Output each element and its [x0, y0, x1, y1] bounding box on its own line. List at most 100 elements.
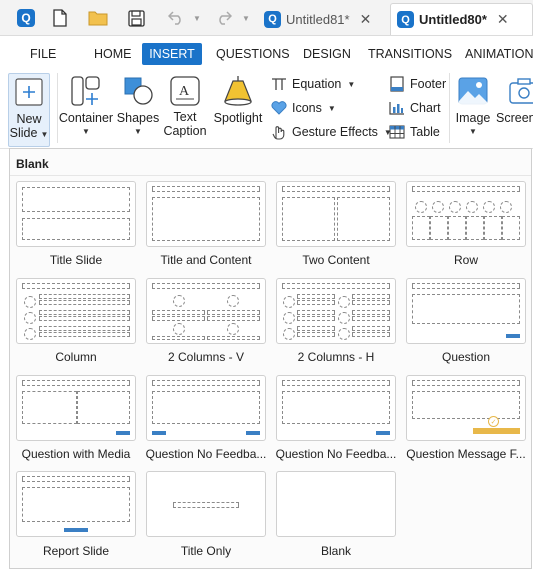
layout-column[interactable]	[16, 278, 136, 344]
tab-questions[interactable]: QUESTIONS	[208, 43, 298, 65]
tab-file[interactable]: FILE	[22, 43, 64, 65]
title-bar: Q ▼ ▼ Q Untitled81* ✕ Q Untitled80* ✕	[0, 0, 533, 36]
doc-tab-title: Untitled80*	[419, 12, 487, 27]
equation-icon	[270, 76, 288, 92]
gesture-effects-button[interactable]: Gesture Effects ▼	[270, 124, 392, 140]
layout-label: Question No Feedba...	[145, 447, 267, 461]
layout-blank[interactable]	[276, 471, 396, 537]
layout-title-and-content[interactable]	[146, 181, 266, 247]
placeholder-box	[338, 312, 350, 324]
placeholder-box	[483, 201, 495, 213]
ribbon: New Slide ▼ Container ▼ Shapes ▼ A Text C…	[0, 67, 533, 149]
layout-label: Report Slide	[42, 544, 110, 558]
layout-question-no-feedback-2[interactable]	[276, 375, 396, 441]
layout-2-columns-v[interactable]	[146, 278, 266, 344]
chart-button[interactable]: Chart	[388, 100, 441, 116]
footer-button[interactable]: Footer	[388, 76, 446, 92]
document-icon: Q	[397, 11, 414, 28]
placeholder-box	[39, 316, 130, 321]
tab-insert[interactable]: INSERT	[142, 43, 202, 65]
placeholder-box	[506, 334, 520, 338]
save-icon[interactable]	[126, 8, 146, 28]
tab-animations[interactable]: ANIMATIONS	[457, 43, 533, 65]
placeholder-box	[430, 216, 448, 240]
placeholder-box	[39, 310, 130, 315]
camera-icon	[509, 78, 533, 104]
layout-label: 2 Columns - V	[167, 350, 245, 364]
table-icon	[388, 124, 406, 140]
redo-icon[interactable]	[214, 8, 234, 28]
document-icon: Q	[264, 10, 281, 28]
placeholder-box	[297, 332, 335, 337]
close-icon[interactable]: ✕	[497, 11, 509, 28]
spotlight-button[interactable]: Spotlight	[210, 75, 266, 125]
screenshot-button[interactable]: Screens	[496, 75, 533, 125]
placeholder-box	[173, 295, 185, 307]
layout-question-no-feedback-1[interactable]	[146, 375, 266, 441]
layout-question[interactable]	[406, 278, 526, 344]
placeholder-box	[173, 323, 185, 335]
doc-tab-untitled80[interactable]: Q Untitled80* ✕	[390, 3, 533, 35]
undo-dropdown-icon[interactable]: ▼	[193, 14, 201, 23]
new-file-icon[interactable]	[50, 8, 70, 28]
placeholder-box	[77, 391, 130, 424]
placeholder-box	[412, 391, 520, 419]
table-button[interactable]: Table	[388, 124, 440, 140]
equation-label: Equation	[292, 77, 342, 91]
redo-dropdown-icon[interactable]: ▼	[242, 14, 250, 23]
undo-icon[interactable]	[166, 8, 186, 28]
shapes-button[interactable]: Shapes ▼	[116, 75, 160, 139]
placeholder-box	[39, 294, 130, 299]
equation-button[interactable]: Equation ▼	[270, 76, 355, 92]
layout-label: Question with Media	[21, 447, 131, 461]
tab-transitions[interactable]: TRANSITIONS	[360, 43, 460, 65]
placeholder-box	[22, 391, 77, 424]
tab-design[interactable]: DESIGN	[295, 43, 359, 65]
gallery-divider	[10, 175, 531, 176]
screenshot-label: Screens	[496, 111, 533, 125]
layout-question-with-media[interactable]	[16, 375, 136, 441]
placeholder-box	[22, 476, 130, 482]
layout-2-columns-h[interactable]	[276, 278, 396, 344]
placeholder-box	[152, 316, 205, 321]
placeholder-box	[338, 296, 350, 308]
open-folder-icon[interactable]	[88, 8, 108, 28]
placeholder-box	[24, 296, 36, 308]
tab-home[interactable]: HOME	[86, 43, 140, 65]
placeholder-box	[152, 431, 166, 435]
layout-question-message-feedback[interactable]: ✓	[406, 375, 526, 441]
layout-label: Row	[453, 253, 478, 267]
new-slide-button[interactable]: New Slide ▼	[8, 73, 50, 147]
layout-report-slide[interactable]	[16, 471, 136, 537]
placeholder-box	[152, 336, 205, 340]
spotlight-icon	[224, 76, 252, 106]
shapes-label: Shapes	[116, 111, 160, 125]
chevron-down-icon: ▼	[82, 127, 90, 136]
layout-row[interactable]	[406, 181, 526, 247]
placeholder-box	[282, 186, 390, 192]
doc-tab-untitled81[interactable]: Q Untitled81* ✕	[260, 3, 388, 35]
container-button[interactable]: Container ▼	[58, 75, 114, 139]
new-slide-label-2: Slide ▼	[9, 126, 49, 140]
close-icon[interactable]: ✕	[360, 11, 372, 28]
placeholder-box	[448, 216, 466, 240]
placeholder-box	[337, 197, 390, 241]
placeholder-box	[352, 310, 390, 315]
placeholder-box	[297, 310, 335, 315]
image-button[interactable]: Image ▼	[452, 75, 494, 139]
layout-title-only[interactable]	[146, 471, 266, 537]
layout-label: Title Slide	[49, 253, 103, 267]
icons-button[interactable]: Icons ▼	[270, 100, 336, 116]
placeholder-box	[352, 316, 390, 321]
text-caption-label-2: Caption	[163, 124, 207, 138]
layout-two-content[interactable]	[276, 181, 396, 247]
spotlight-label: Spotlight	[213, 111, 263, 125]
add-slide-icon	[15, 78, 43, 106]
app-logo-icon[interactable]: Q	[16, 8, 36, 28]
placeholder-box	[22, 187, 130, 212]
layout-title-slide[interactable]	[16, 181, 136, 247]
svg-text:A: A	[179, 84, 190, 99]
placeholder-box	[152, 391, 260, 424]
text-caption-button[interactable]: A Text Caption	[162, 75, 208, 138]
layout-label: Two Content	[302, 253, 370, 267]
